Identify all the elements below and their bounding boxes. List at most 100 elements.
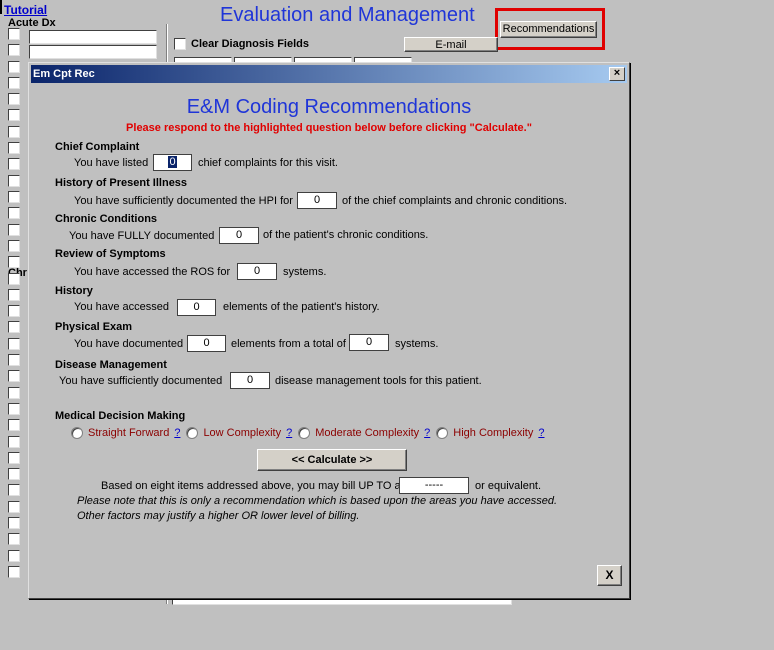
mdm-label-moderate: Moderate Complexity (315, 427, 420, 439)
help-icon[interactable]: ? (174, 427, 180, 439)
row-checkbox[interactable] (8, 354, 20, 366)
row-checkbox[interactable] (8, 370, 20, 382)
disease-after: disease management tools for this patien… (275, 375, 482, 387)
clear-diagnosis-label: Clear Diagnosis Fields (191, 38, 309, 50)
chief-complaint-value: 0 (168, 156, 177, 168)
clear-diagnosis-option[interactable]: Clear Diagnosis Fields (174, 38, 309, 50)
chief-complaint-before: You have listed (74, 157, 149, 169)
row-checkbox[interactable] (8, 289, 20, 301)
tutorial-link[interactable]: Tutorial (4, 3, 47, 17)
mdm-label-high: High Complexity (453, 427, 534, 439)
recommendations-button[interactable]: Recommendations (500, 21, 597, 38)
note-line-1: Please note that this is only a recommen… (77, 495, 558, 507)
row-checkbox[interactable] (8, 273, 20, 285)
chronic-before: You have FULLY documented (69, 230, 215, 242)
mdm-label-straight-forward: Straight Forward (88, 427, 170, 439)
clear-diagnosis-checkbox[interactable] (174, 38, 186, 50)
row-checkbox[interactable] (8, 533, 20, 545)
mdm-label-low: Low Complexity (203, 427, 282, 439)
row-checkbox[interactable] (8, 191, 20, 203)
row-checkbox[interactable] (8, 44, 20, 56)
bill-before: Based on eight items addressed above, yo… (101, 480, 401, 492)
row-checkbox[interactable] (8, 387, 20, 399)
chronic-after: of the patient's chronic conditions. (263, 229, 429, 241)
row-checkbox[interactable] (8, 452, 20, 464)
chief-complaint-header: Chief Complaint (55, 141, 140, 153)
row-checkbox[interactable] (8, 338, 20, 350)
row-checkbox[interactable] (8, 126, 20, 138)
chronic-input[interactable]: 0 (219, 227, 259, 244)
dialog-titlebar: Em Cpt Rec × (31, 65, 627, 83)
row-checkbox[interactable] (8, 517, 20, 529)
row-checkbox[interactable] (8, 93, 20, 105)
disease-header: Disease Management (55, 359, 167, 371)
help-icon[interactable]: ? (286, 427, 292, 439)
bill-after: or equivalent. (475, 480, 542, 492)
history-header: History (55, 285, 93, 297)
row-checkbox[interactable] (8, 550, 20, 562)
hpi-before: You have sufficiently documented the HPI… (74, 195, 293, 207)
ros-before: You have accessed the ROS for (74, 266, 231, 278)
row-checkbox[interactable] (8, 77, 20, 89)
row-checkbox[interactable] (8, 207, 20, 219)
mdm-radio-moderate[interactable] (298, 427, 311, 439)
mdm-radio-straight-forward[interactable] (71, 427, 83, 439)
history-before: You have accessed (74, 301, 169, 313)
row-checkbox[interactable] (8, 109, 20, 121)
chief-complaint-input[interactable]: 0 (153, 154, 192, 171)
email-button[interactable]: E-mail (404, 37, 498, 52)
text-cursor (0, 0, 3, 14)
row-checkbox[interactable] (8, 501, 20, 513)
exam-systems-input[interactable]: 0 (349, 334, 389, 351)
instruction-text: Please respond to the highlighted questi… (126, 122, 532, 134)
row-checkbox[interactable] (8, 305, 20, 317)
exam-before: You have documented (74, 338, 184, 350)
mdm-header: Medical Decision Making (55, 410, 186, 422)
row-checkbox[interactable] (8, 321, 20, 333)
hpi-header: History of Present Illness (55, 177, 188, 189)
row-checkbox[interactable] (8, 240, 20, 252)
em-cpt-rec-dialog: Em Cpt Rec × E&M Coding Recommendations … (28, 62, 630, 599)
history-input[interactable]: 0 (177, 299, 216, 316)
exam-middle: elements from a total of (231, 338, 346, 350)
mdm-radio-high[interactable] (436, 427, 449, 439)
chronic-header: Chronic Conditions (55, 213, 158, 225)
dialog-heading: E&M Coding Recommendations (186, 96, 472, 118)
row-checkbox[interactable] (8, 436, 20, 448)
row-checkbox[interactable] (8, 224, 20, 236)
help-icon[interactable]: ? (424, 427, 430, 439)
row-checkbox[interactable] (8, 484, 20, 496)
exam-elements-input[interactable]: 0 (187, 335, 226, 352)
mdm-options: Straight Forward ? Low Complexity ? Mode… (71, 427, 550, 439)
calculate-button[interactable]: << Calculate >> (257, 449, 407, 471)
bill-level-field: ----- (399, 477, 469, 494)
page-title: Evaluation and Management (220, 4, 475, 26)
mdm-radio-low[interactable] (186, 427, 199, 439)
row-checkbox[interactable] (8, 158, 20, 170)
acute-dx-field[interactable] (29, 45, 157, 59)
disease-input[interactable]: 0 (230, 372, 270, 389)
dialog-x-button[interactable]: X (597, 565, 622, 586)
chief-complaint-after: chief complaints for this visit. (198, 157, 338, 169)
hpi-input[interactable]: 0 (297, 192, 337, 209)
row-checkbox[interactable] (8, 566, 20, 578)
close-icon[interactable]: × (609, 67, 625, 81)
acute-dx-field[interactable] (29, 30, 157, 44)
dialog-window-title: Em Cpt Rec (33, 68, 95, 80)
history-after: elements of the patient's history. (223, 301, 380, 313)
ros-input[interactable]: 0 (237, 263, 277, 280)
exam-after: systems. (395, 338, 439, 350)
row-checkbox[interactable] (8, 256, 20, 268)
row-checkbox[interactable] (8, 142, 20, 154)
row-checkbox[interactable] (8, 175, 20, 187)
row-checkbox[interactable] (8, 468, 20, 480)
hpi-after: of the chief complaints and chronic cond… (342, 195, 568, 207)
disease-before: You have sufficiently documented (59, 375, 223, 387)
row-checkbox[interactable] (8, 403, 20, 415)
exam-header: Physical Exam (55, 321, 133, 333)
help-icon[interactable]: ? (538, 427, 544, 439)
note-line-2: Other factors may justify a higher OR lo… (77, 510, 360, 522)
row-checkbox[interactable] (8, 61, 20, 73)
row-checkbox[interactable] (8, 28, 20, 40)
row-checkbox[interactable] (8, 419, 20, 431)
